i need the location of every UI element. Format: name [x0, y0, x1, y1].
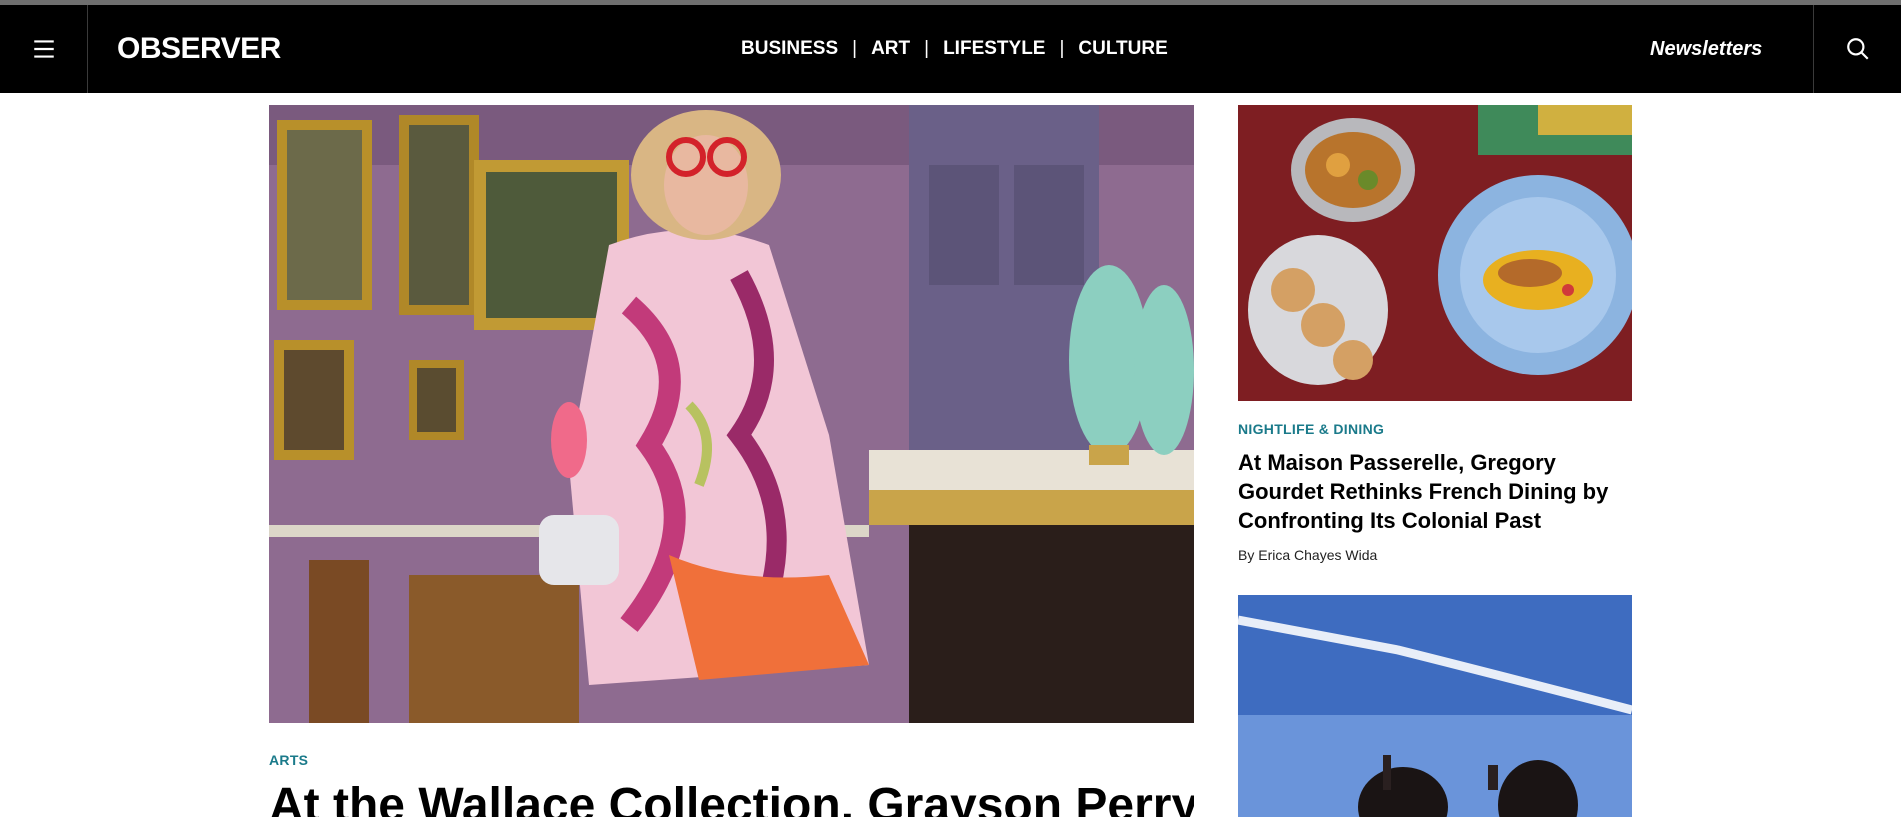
search-button[interactable] — [1813, 5, 1901, 93]
nav-separator: | — [852, 38, 858, 59]
nav-separator: | — [924, 38, 930, 59]
feature-photo-illustration — [269, 105, 1194, 723]
side-story-2-image[interactable] — [1238, 595, 1632, 817]
side-story-image[interactable] — [1238, 105, 1632, 401]
food-photo-illustration — [1238, 105, 1632, 401]
side-story-byline: By Erica Chayes Wida — [1238, 547, 1378, 563]
feature-category[interactable]: ARTS — [269, 752, 308, 768]
nav-lifestyle[interactable]: LIFESTYLE — [943, 38, 1045, 60]
feature-image[interactable] — [269, 105, 1194, 723]
side-story-category[interactable]: NIGHTLIFE & DINING — [1238, 421, 1384, 437]
site-header: OBSERVER BUSINESS | ART | LIFESTYLE | CU… — [0, 5, 1901, 93]
nav-culture[interactable]: CULTURE — [1078, 38, 1167, 60]
feature-headline[interactable]: At the Wallace Collection, Grayson Perry — [269, 778, 1194, 817]
nav-business[interactable]: BUSINESS — [741, 38, 838, 60]
menu-button[interactable] — [0, 5, 88, 93]
main-nav: BUSINESS | ART | LIFESTYLE | CULTURE — [741, 5, 1168, 93]
sky-photo-illustration — [1238, 595, 1632, 817]
hamburger-menu-icon — [33, 40, 54, 58]
nav-art[interactable]: ART — [871, 38, 910, 60]
nav-separator: | — [1059, 38, 1065, 59]
newsletters-link[interactable]: Newsletters — [1650, 5, 1762, 93]
site-logo[interactable]: OBSERVER — [117, 5, 281, 93]
search-icon — [1846, 38, 1869, 60]
side-story-headline[interactable]: At Maison Passerelle, Gregory Gourdet Re… — [1238, 448, 1632, 535]
